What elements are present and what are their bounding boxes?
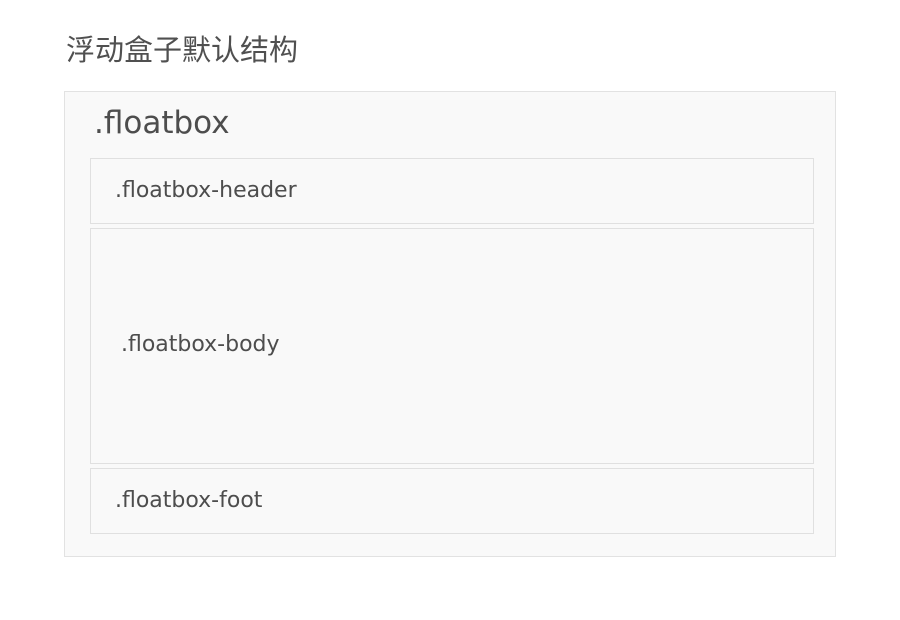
floatbox-foot-label: .floatbox-foot: [115, 488, 263, 513]
floatbox-label: .floatbox: [94, 105, 230, 141]
floatbox-body-label: .floatbox-body: [121, 332, 280, 357]
floatbox-header-region: .floatbox-header: [90, 158, 814, 224]
floatbox-header-label: .floatbox-header: [115, 178, 297, 203]
floatbox-body-region: .floatbox-body: [90, 228, 814, 464]
floatbox-diagram: .floatbox .floatbox-header .floatbox-bod…: [64, 91, 836, 557]
floatbox-foot-region: .floatbox-foot: [90, 468, 814, 534]
page-title: 浮动盒子默认结构: [66, 33, 299, 67]
